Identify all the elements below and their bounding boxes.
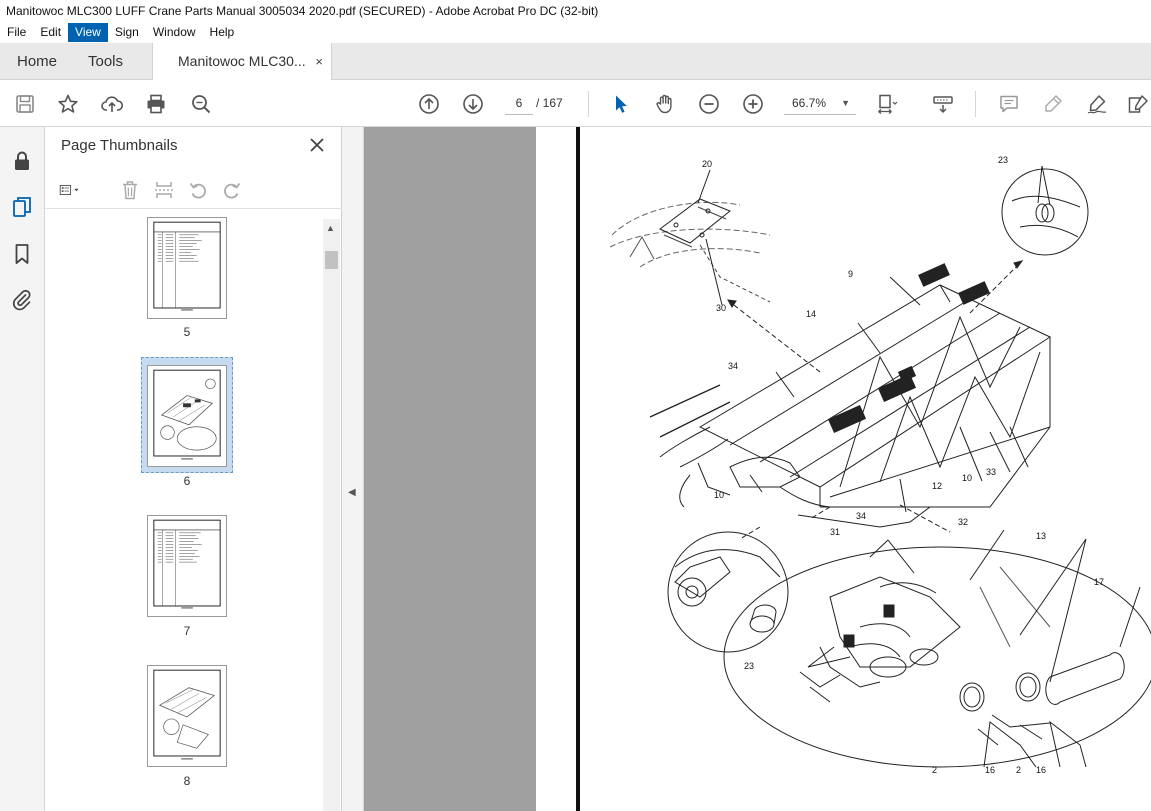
menu-bar: File Edit View Sign Window Help <box>0 22 1151 43</box>
thumbnail-preview <box>153 519 221 609</box>
page-fit-icon[interactable] <box>874 91 900 117</box>
page-thumbnails-icon[interactable] <box>10 195 34 219</box>
thumbnail-options-icon[interactable] <box>59 179 97 201</box>
panel-title: Page Thumbnails <box>61 137 178 154</box>
print-icon[interactable] <box>143 91 169 117</box>
callout-label: 16 <box>1036 765 1046 775</box>
callout-label: 2 <box>1016 765 1021 775</box>
thumbnail-scrollbar[interactable]: ▲ <box>323 219 340 811</box>
document-page[interactable]: 20 23 9 14 30 34 10 12 10 33 34 31 32 13… <box>536 127 1151 811</box>
thumbnail-page-label: 5 <box>183 325 191 339</box>
callout-label: 20 <box>702 159 712 169</box>
tab-bar: Home Tools Manitowoc MLC30... × <box>0 43 1151 80</box>
thumbnail-page-label: 7 <box>183 624 191 638</box>
bookmark-star-icon[interactable] <box>55 91 81 117</box>
thumbnail-page-label: 6 <box>183 474 191 488</box>
previous-page-icon[interactable] <box>416 91 442 117</box>
bookmark-icon[interactable] <box>10 242 34 266</box>
zoom-level-select[interactable]: 66.7% ▼ <box>784 91 856 115</box>
thumbnail-page[interactable] <box>147 217 227 319</box>
select-cursor-icon[interactable] <box>608 91 634 117</box>
navigation-rail <box>0 127 45 811</box>
toolbar-divider <box>975 91 976 117</box>
scroll-up-icon[interactable]: ▲ <box>326 223 335 233</box>
keyboard-scroll-icon[interactable] <box>930 91 956 117</box>
tab-tools[interactable]: Tools <box>88 43 123 80</box>
rotate-counterclockwise-icon[interactable] <box>187 179 211 201</box>
next-page-icon[interactable] <box>460 91 486 117</box>
zoom-in-icon[interactable] <box>740 91 766 117</box>
save-icon[interactable] <box>12 91 38 117</box>
close-icon[interactable] <box>307 135 327 155</box>
callout-label: 32 <box>958 517 968 527</box>
comment-icon[interactable] <box>996 91 1022 117</box>
upload-cloud-icon[interactable] <box>99 91 125 117</box>
panel-collapse-handle[interactable]: ◀ <box>342 127 364 811</box>
callout-label: 23 <box>998 155 1008 165</box>
callout-label: 10 <box>962 473 972 483</box>
tab-document[interactable]: Manitowoc MLC30... × <box>152 43 332 80</box>
insert-page-icon[interactable] <box>153 179 177 201</box>
hand-tool-icon[interactable] <box>652 91 678 117</box>
callout-label: 33 <box>986 467 996 477</box>
tab-document-label: Manitowoc MLC30... <box>178 53 306 69</box>
delete-page-icon[interactable] <box>119 179 143 201</box>
draw-sign-icon[interactable] <box>1084 91 1110 117</box>
thumbnail-page[interactable] <box>147 515 227 617</box>
attachment-paperclip-icon[interactable] <box>10 288 34 312</box>
parts-drawing: 20 23 9 14 30 34 10 12 10 33 34 31 32 13… <box>609 155 1151 775</box>
main-toolbar: 6 / 167 66.7% ▼ <box>0 80 1151 127</box>
toolbar-divider <box>588 91 589 117</box>
zoom-search-icon[interactable] <box>188 91 214 117</box>
highlight-pen-icon[interactable] <box>1040 91 1066 117</box>
callout-label: 2 <box>932 765 937 775</box>
thumbnail-page-selected[interactable] <box>147 365 227 467</box>
thumbnail-preview <box>153 669 221 760</box>
callout-label: 10 <box>714 490 724 500</box>
zoom-out-icon[interactable] <box>696 91 722 117</box>
collapse-arrow-icon: ◀ <box>348 487 356 498</box>
security-lock-icon[interactable] <box>10 149 34 173</box>
callout-label: 16 <box>985 765 995 775</box>
callout-label: 14 <box>806 309 816 319</box>
thumbnail-preview <box>153 369 221 460</box>
thumbnail-preview <box>153 221 221 311</box>
callout-label: 13 <box>1036 531 1046 541</box>
callout-label: 9 <box>848 269 853 279</box>
fill-sign-icon[interactable] <box>1125 91 1151 117</box>
page-number-input[interactable]: 6 <box>505 91 533 115</box>
zoom-level-value: 66.7% <box>792 96 827 110</box>
menu-help[interactable]: Help <box>203 23 242 42</box>
thumbnail-page-label: 8 <box>183 774 191 788</box>
callout-label: 31 <box>830 527 840 537</box>
callout-label: 12 <box>932 481 942 491</box>
thumbnail-list: 5 6 7 8 <box>45 209 323 811</box>
callout-label: 23 <box>744 661 754 671</box>
callout-label: 30 <box>716 303 726 313</box>
tab-home[interactable]: Home <box>17 43 57 80</box>
thumbnail-page[interactable] <box>147 665 227 767</box>
menu-file[interactable]: File <box>0 23 33 42</box>
callout-label: 34 <box>728 361 738 371</box>
menu-sign[interactable]: Sign <box>108 23 146 42</box>
menu-window[interactable]: Window <box>146 23 203 42</box>
scrollbar-thumb[interactable] <box>325 251 338 269</box>
rotate-clockwise-icon[interactable] <box>221 179 245 201</box>
callout-label: 34 <box>856 511 866 521</box>
document-background <box>364 127 536 811</box>
thumbnail-toolbar <box>45 171 342 209</box>
menu-edit[interactable]: Edit <box>33 23 68 42</box>
chevron-down-icon: ▼ <box>841 98 850 108</box>
page-total: / 167 <box>536 96 563 110</box>
window-title: Manitowoc MLC300 LUFF Crane Parts Manual… <box>0 0 1151 22</box>
page-thumbnails-panel: Page Thumbnails 5 6 7 8 ▲ <box>45 127 342 811</box>
tab-close-icon[interactable]: × <box>315 43 323 80</box>
menu-view[interactable]: View <box>68 23 108 42</box>
callout-label: 17 <box>1094 577 1104 587</box>
